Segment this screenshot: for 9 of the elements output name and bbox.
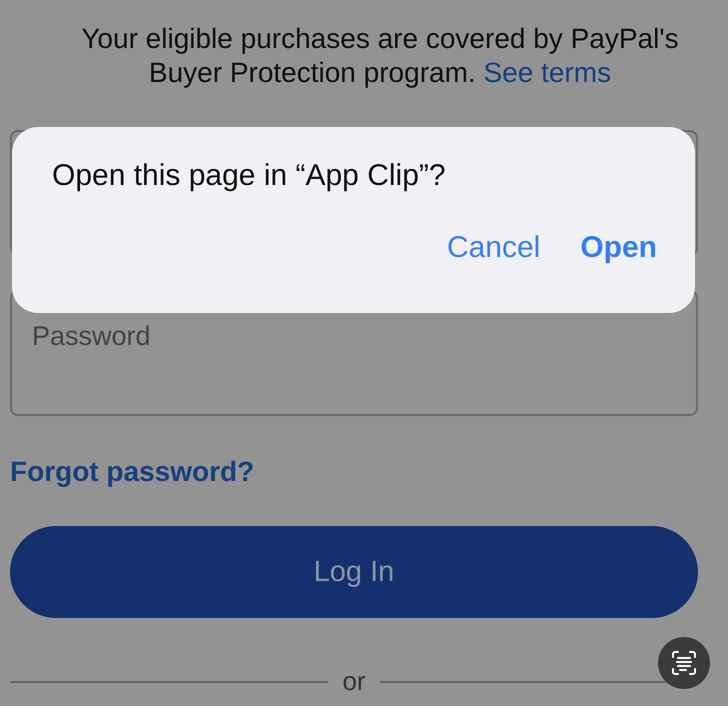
dialog-message: Open this page in “App Clip”? <box>52 159 447 193</box>
see-terms-link[interactable]: See terms <box>483 57 612 88</box>
protection-notice: Your eligible purchases are covered by PayPal's Buyer Protection program. See terms <box>80 22 680 90</box>
login-button[interactable]: Log In <box>10 526 698 618</box>
divider-text: or <box>342 666 366 697</box>
cancel-button[interactable]: Cancel <box>446 231 540 265</box>
forgot-password-link[interactable]: Forgot password? <box>10 456 254 488</box>
text-scan-icon[interactable] <box>658 637 710 689</box>
open-button[interactable]: Open <box>580 231 657 265</box>
